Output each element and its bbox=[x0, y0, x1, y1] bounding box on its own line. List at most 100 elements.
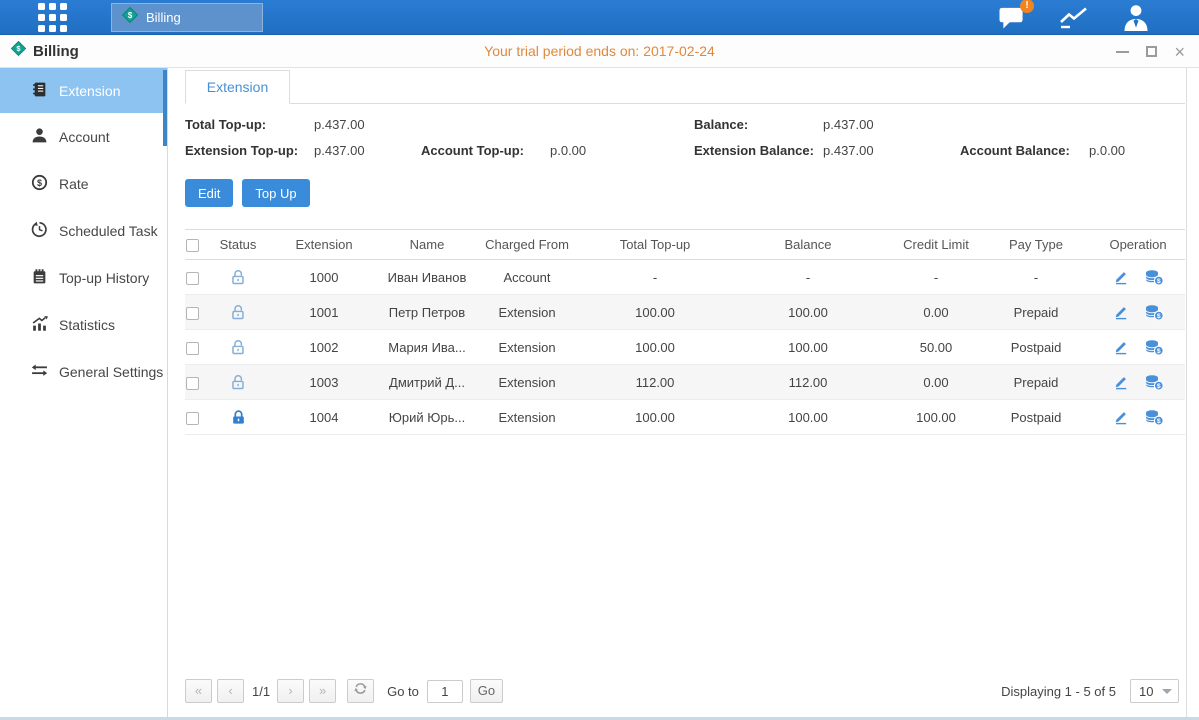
sidebar-item-extension[interactable]: Extension bbox=[0, 68, 167, 113]
sidebar-item-rate[interactable]: $ Rate bbox=[0, 160, 167, 207]
topup-coins-icon[interactable]: $ bbox=[1145, 373, 1164, 390]
sidebar-scrollbar-thumb[interactable] bbox=[163, 70, 167, 146]
resource-monitor-icon[interactable] bbox=[1058, 5, 1090, 31]
page-indicator: 1/1 bbox=[252, 684, 270, 699]
total-topup-value: 100.00 bbox=[585, 340, 725, 355]
status-unlocked-icon[interactable] bbox=[213, 373, 263, 390]
summary-value: p.437.00 bbox=[823, 117, 874, 132]
panel-right-edge bbox=[1186, 68, 1187, 717]
pay-type-value: Prepaid bbox=[981, 375, 1091, 390]
extension-number: 1002 bbox=[263, 340, 385, 355]
status-unlocked-icon[interactable] bbox=[213, 303, 263, 320]
svg-text:$: $ bbox=[1156, 383, 1160, 390]
edit-icon[interactable] bbox=[1113, 338, 1129, 355]
app-grid-icon[interactable] bbox=[38, 3, 67, 32]
top-up-button[interactable]: Top Up bbox=[242, 179, 309, 207]
extension-table-body: 1000Иван ИвановAccount----$1001Петр Петр… bbox=[185, 260, 1185, 435]
table-row: 1003Дмитрий Д...Extension112.00112.000.0… bbox=[185, 365, 1185, 400]
sidebar-item-statistics[interactable]: Statistics bbox=[0, 301, 167, 348]
go-button[interactable]: Go bbox=[470, 679, 503, 703]
summary-label: Extension Top-up: bbox=[185, 143, 314, 158]
topup-coins-icon[interactable]: $ bbox=[1145, 268, 1164, 285]
svg-text:$: $ bbox=[1156, 348, 1160, 355]
summary-label: Total Top-up: bbox=[185, 117, 314, 132]
col-operation: Operation bbox=[1091, 237, 1185, 252]
goto-page-input[interactable] bbox=[427, 680, 463, 703]
topup-coins-icon[interactable]: $ bbox=[1145, 303, 1164, 320]
minimize-button[interactable] bbox=[1116, 51, 1129, 53]
first-page-button[interactable]: « bbox=[185, 679, 212, 703]
taskbar-tab-label: Billing bbox=[146, 10, 181, 25]
prev-page-button[interactable]: ‹ bbox=[217, 679, 244, 703]
general-settings-icon bbox=[31, 362, 48, 382]
credit-limit-value: 0.00 bbox=[891, 375, 981, 390]
close-button[interactable]: × bbox=[1174, 45, 1185, 59]
row-checkbox[interactable] bbox=[186, 342, 199, 355]
charged-from: Extension bbox=[469, 340, 585, 355]
svg-text:$: $ bbox=[37, 177, 42, 187]
edit-icon[interactable] bbox=[1113, 268, 1129, 285]
balance-value: - bbox=[725, 270, 891, 285]
col-credit-limit: Credit Limit bbox=[891, 237, 981, 252]
next-page-button[interactable]: › bbox=[277, 679, 304, 703]
tab-extension[interactable]: Extension bbox=[185, 70, 290, 104]
sidebar-item-topup-history[interactable]: Top-up History bbox=[0, 254, 167, 301]
row-checkbox[interactable] bbox=[186, 377, 199, 390]
summary-account-balance: Account Balance: p.0.00 bbox=[960, 143, 1185, 158]
page-size-select[interactable]: 10 bbox=[1130, 679, 1179, 703]
sidebar-item-scheduled-task[interactable]: Scheduled Task bbox=[0, 207, 167, 254]
topup-coins-icon[interactable]: $ bbox=[1145, 338, 1164, 355]
billing-summary: Total Top-up: p.437.00 Balance: p.437.00… bbox=[185, 117, 1185, 158]
col-status: Status bbox=[213, 237, 263, 252]
sidebar-item-account[interactable]: Account bbox=[0, 113, 167, 160]
row-checkbox[interactable] bbox=[186, 307, 199, 320]
credit-limit-value: - bbox=[891, 270, 981, 285]
row-checkbox[interactable] bbox=[186, 412, 199, 425]
summary-extension-topup: Extension Top-up: p.437.00 bbox=[185, 143, 421, 158]
total-topup-value: - bbox=[585, 270, 725, 285]
summary-label: Account Top-up: bbox=[421, 143, 550, 158]
page-size-value: 10 bbox=[1131, 684, 1162, 699]
edit-icon[interactable] bbox=[1113, 408, 1129, 425]
user-account-icon[interactable] bbox=[1121, 4, 1151, 31]
charged-from: Account bbox=[469, 270, 585, 285]
edit-icon[interactable] bbox=[1113, 303, 1129, 320]
balance-value: 100.00 bbox=[725, 340, 891, 355]
taskbar-tab-billing[interactable]: $ Billing bbox=[111, 3, 263, 32]
topup-coins-icon[interactable]: $ bbox=[1145, 408, 1164, 425]
sidebar-label: Top-up History bbox=[59, 270, 149, 286]
select-all-checkbox[interactable] bbox=[186, 239, 199, 252]
col-pay-type: Pay Type bbox=[981, 237, 1091, 252]
notifications-icon[interactable]: ! bbox=[997, 5, 1027, 30]
status-locked-icon[interactable] bbox=[213, 408, 263, 425]
summary-balance: Balance: p.437.00 bbox=[694, 117, 960, 132]
total-topup-value: 100.00 bbox=[585, 410, 725, 425]
balance-value: 100.00 bbox=[725, 410, 891, 425]
credit-limit-value: 100.00 bbox=[891, 410, 981, 425]
maximize-button[interactable] bbox=[1146, 46, 1157, 57]
edit-icon[interactable] bbox=[1113, 373, 1129, 390]
status-unlocked-icon[interactable] bbox=[213, 338, 263, 355]
summary-extension-balance: Extension Balance: p.437.00 bbox=[694, 143, 960, 158]
sidebar-label: Account bbox=[59, 129, 110, 145]
sidebar-label: Statistics bbox=[59, 317, 115, 333]
pagination-bar: « ‹ 1/1 › » Go to Go Displaying 1 - 5 of… bbox=[185, 678, 1185, 704]
extension-name: Дмитрий Д... bbox=[385, 375, 469, 390]
status-unlocked-icon[interactable] bbox=[213, 268, 263, 285]
row-checkbox-cell bbox=[185, 409, 213, 424]
col-name: Name bbox=[385, 237, 469, 252]
last-page-button[interactable]: » bbox=[309, 679, 336, 703]
col-extension: Extension bbox=[263, 237, 385, 252]
row-checkbox-cell bbox=[185, 374, 213, 389]
row-checkbox[interactable] bbox=[186, 272, 199, 285]
extension-number: 1004 bbox=[263, 410, 385, 425]
row-checkbox-cell bbox=[185, 269, 213, 284]
operation-cell: $ bbox=[1091, 268, 1185, 285]
billing-app-window: $ Billing ! $ Billing Your trial period … bbox=[0, 0, 1199, 720]
refresh-button[interactable] bbox=[347, 679, 374, 703]
sidebar-label: Scheduled Task bbox=[59, 223, 158, 239]
account-icon bbox=[31, 127, 48, 147]
summary-value: p.437.00 bbox=[314, 143, 365, 158]
sidebar-item-general-settings[interactable]: General Settings bbox=[0, 348, 167, 395]
edit-button[interactable]: Edit bbox=[185, 179, 233, 207]
